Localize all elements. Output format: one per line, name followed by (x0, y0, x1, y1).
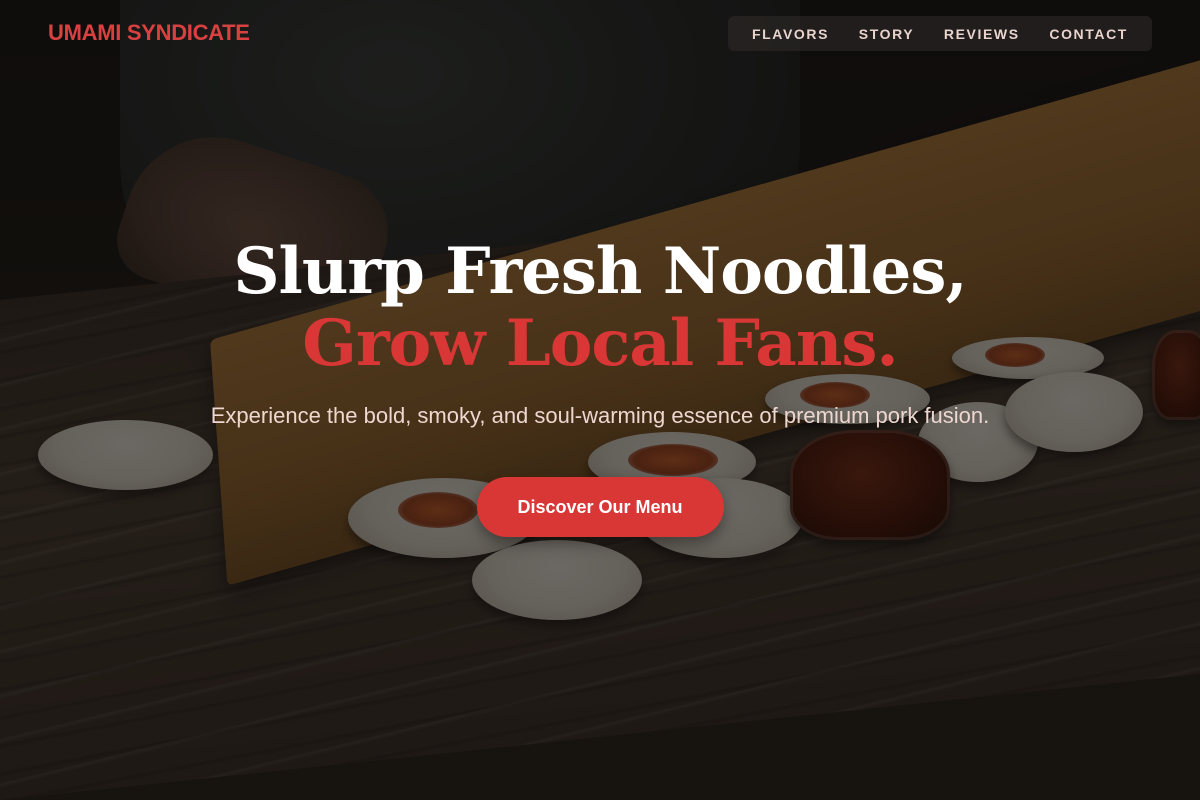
nav-link-story[interactable]: STORY (859, 26, 914, 42)
nav-link-reviews[interactable]: REVIEWS (944, 26, 1020, 42)
hero-headline: Slurp Fresh Noodles, Grow Local Fans. (0, 236, 1200, 380)
brand-logo[interactable]: UMAMI SYNDICATE (48, 20, 250, 46)
nav-link-contact[interactable]: CONTACT (1049, 26, 1128, 42)
hero-section: Slurp Fresh Noodles, Grow Local Fans. Ex… (0, 236, 1200, 537)
hero-subtitle: Experience the bold, smoky, and soul-war… (210, 403, 990, 428)
headline-line-2: Grow Local Fans. (302, 306, 898, 381)
nav-link-flavors[interactable]: FLAVORS (752, 26, 829, 42)
headline-line-1: Slurp Fresh Noodles, (233, 234, 967, 309)
main-nav: FLAVORS STORY REVIEWS CONTACT (728, 16, 1152, 51)
discover-menu-button[interactable]: Discover Our Menu (476, 477, 724, 537)
